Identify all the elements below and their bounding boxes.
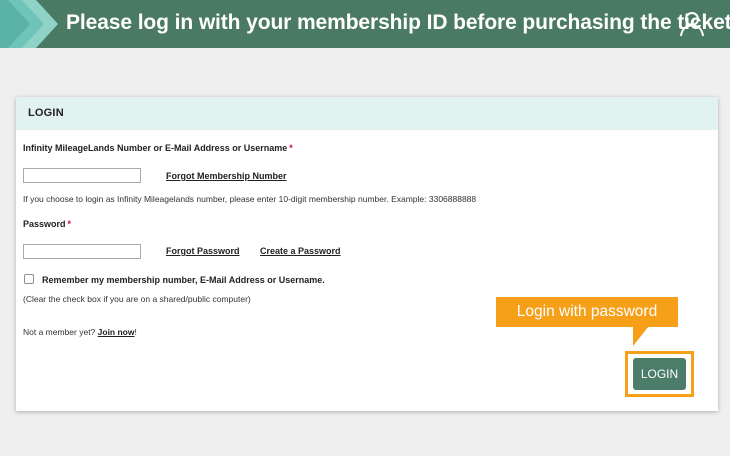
password-input[interactable] bbox=[23, 244, 141, 259]
login-card-header: LOGIN bbox=[16, 97, 718, 130]
required-marker: * bbox=[67, 219, 72, 229]
membership-id-hint: If you choose to login as Infinity Milea… bbox=[23, 194, 477, 204]
remember-label[interactable]: Remember my membership number, E-Mail Ad… bbox=[42, 275, 325, 285]
password-label-text: Password bbox=[23, 219, 66, 229]
top-banner: Please log in with your membership ID be… bbox=[0, 0, 730, 48]
banner-title: Please log in with your membership ID be… bbox=[66, 11, 730, 34]
join-suffix: ! bbox=[134, 327, 137, 337]
password-label: Password * bbox=[23, 219, 71, 229]
login-tooltip: Login with password bbox=[496, 297, 678, 327]
not-member-text: Not a member yet? bbox=[23, 327, 96, 337]
chevron-decoration bbox=[0, 0, 58, 48]
user-icon[interactable] bbox=[679, 11, 705, 37]
login-button[interactable]: LOGIN bbox=[633, 358, 686, 390]
join-prompt: Not a member yet? Join now! bbox=[23, 327, 137, 337]
membership-id-label: Infinity MileageLands Number or E-Mail A… bbox=[23, 143, 293, 153]
remember-hint: (Clear the check box if you are on a sha… bbox=[23, 294, 251, 304]
forgot-password-link[interactable]: Forgot Password bbox=[166, 246, 240, 256]
remember-checkbox[interactable] bbox=[24, 274, 34, 284]
tooltip-arrow bbox=[633, 326, 649, 346]
create-password-link[interactable]: Create a Password bbox=[260, 246, 341, 256]
membership-id-input[interactable] bbox=[23, 168, 141, 183]
forgot-membership-link[interactable]: Forgot Membership Number bbox=[166, 171, 287, 181]
join-now-link[interactable]: Join now bbox=[98, 327, 135, 337]
membership-id-label-text: Infinity MileageLands Number or E-Mail A… bbox=[23, 143, 288, 153]
required-marker: * bbox=[289, 143, 293, 153]
